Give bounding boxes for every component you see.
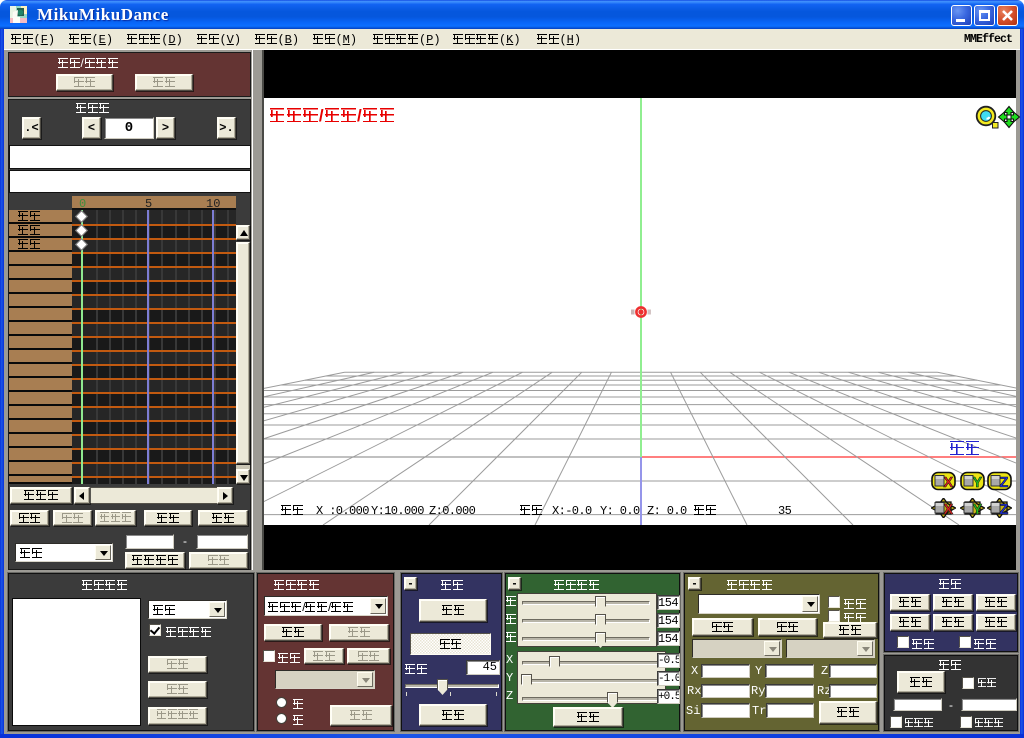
svg-text:Z: Z <box>1000 502 1009 518</box>
svg-text:Y: Y <box>973 475 983 491</box>
svg-text:Y: Y <box>973 502 983 518</box>
svg-text:X: X <box>944 475 954 491</box>
svg-text:X: X <box>944 502 954 518</box>
svg-text:Z: Z <box>1000 475 1009 491</box>
